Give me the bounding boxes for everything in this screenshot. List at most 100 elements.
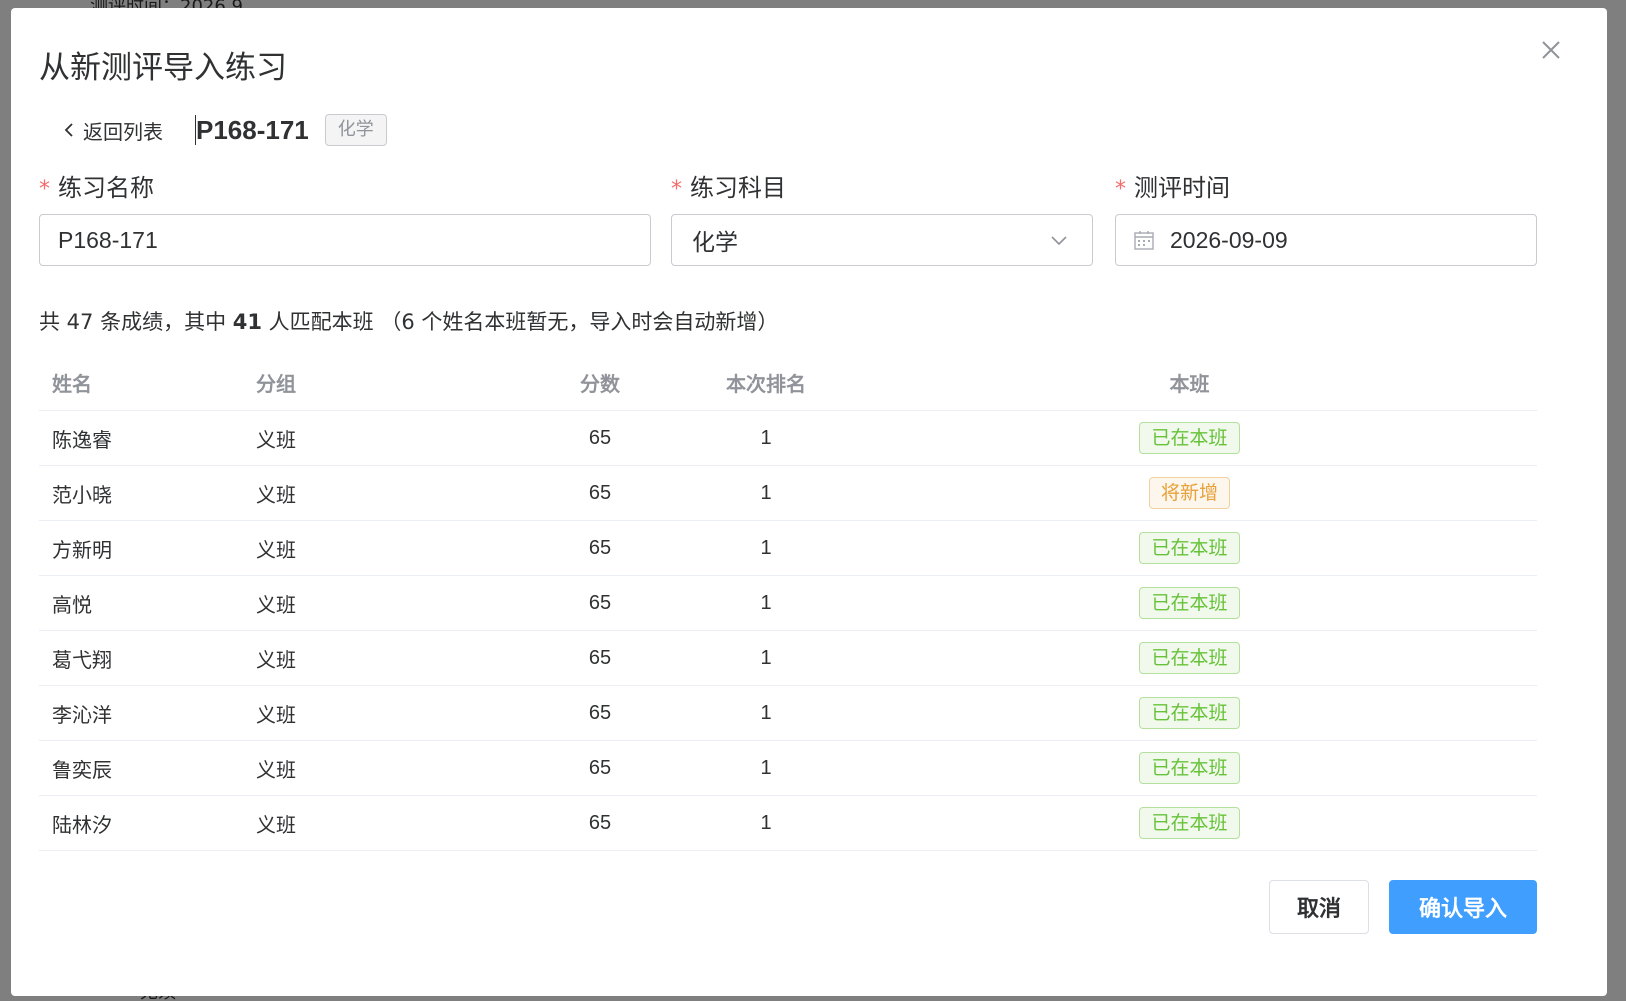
cell-group: 义班 [256, 575, 510, 631]
close-icon [1542, 41, 1560, 59]
required-mark: * [1115, 177, 1126, 202]
table-row: 方新明 义班 65 1 已在本班 [39, 520, 1537, 576]
exam-code: P168-171 [196, 114, 309, 145]
cell-name: 范小晓 [39, 465, 256, 521]
status-badge: 已在本班 [1139, 587, 1240, 619]
cell-score: 65 [510, 465, 690, 521]
table-row: 范小晓 义班 65 1 将新增 [39, 465, 1537, 521]
subject-select[interactable]: 化学 [671, 214, 1093, 266]
cell-class-status: 已在本班 [842, 575, 1537, 631]
cell-name: 陆林汐 [39, 795, 256, 851]
chevron-down-icon [1051, 236, 1067, 246]
cell-class-status: 已在本班 [842, 795, 1537, 851]
subject-label: * 练习科目 [671, 168, 786, 203]
back-to-list-link[interactable]: 返回列表 [61, 116, 163, 145]
cell-rank: 1 [690, 795, 842, 851]
name-label-text: 练习名称 [58, 174, 154, 202]
cell-rank: 1 [690, 850, 842, 852]
date-label-text: 测评时间 [1134, 174, 1230, 202]
practice-name-input[interactable]: P168-171 [39, 214, 651, 266]
cell-class-status: 已在本班 [842, 740, 1537, 796]
table-row: 陆林汐 义班 65 1 已在本班 [39, 795, 1537, 851]
date-value: 2026-09-09 [1170, 226, 1288, 253]
status-badge: 已在本班 [1139, 807, 1240, 839]
subject-label-text: 练习科目 [690, 174, 786, 202]
cell-class-status: 已在本班 [842, 520, 1537, 576]
cell-group: 义班 [256, 685, 510, 741]
header-score: 分数 [510, 354, 690, 411]
practice-name-value: P168-171 [58, 226, 158, 253]
cell-score: 65 [510, 795, 690, 851]
status-badge: 已在本班 [1139, 642, 1240, 674]
header-rank: 本次排名 [690, 354, 842, 411]
cell-class-status: 已在本班 [842, 685, 1537, 741]
table-row: 鲁奕辰 义班 65 1 已在本班 [39, 740, 1537, 796]
table-body: 陈逸睿 义班 65 1 已在本班 范小晓 义班 65 1 将新增 方新明 义班 65 1 已在本班 高悦 义班 6… [39, 410, 1537, 852]
cell-name: 鲁奕辰 [39, 740, 256, 796]
header-name: 姓名 [39, 354, 256, 411]
required-mark: * [39, 177, 50, 202]
status-badge: 已在本班 [1139, 697, 1240, 729]
table-header-row: 姓名 分组 分数 本次排名 本班 [39, 354, 1537, 411]
import-summary: 共 47 条成绩，其中 41 人匹配本班 （6 个姓名本班暂无，导入时会自动新增… [39, 306, 778, 336]
confirm-import-button[interactable]: 确认导入 [1389, 880, 1537, 934]
calendar-icon [1134, 231, 1154, 250]
cell-group: 义班 [256, 465, 510, 521]
summary-matched-count: 41 [232, 310, 262, 334]
cell-score: 65 [510, 410, 690, 466]
cell-rank: 1 [690, 740, 842, 796]
close-button[interactable] [1535, 34, 1567, 66]
cell-rank: 1 [690, 630, 842, 686]
table-row: 李沁洋 义班 65 1 已在本班 [39, 685, 1537, 741]
cell-rank: 1 [690, 520, 842, 576]
status-badge: 已在本班 [1139, 422, 1240, 454]
cell-name: 陆颖验 [39, 850, 256, 852]
status-badge: 将新增 [1148, 477, 1230, 509]
cell-group: 义班 [256, 795, 510, 851]
cell-group: 义班 [256, 850, 510, 852]
table-row: 陈逸睿 义班 65 1 已在本班 [39, 410, 1537, 466]
back-link-label: 返回列表 [83, 119, 163, 144]
required-mark: * [671, 177, 682, 202]
date-label: * 测评时间 [1115, 168, 1230, 203]
cell-group: 义班 [256, 740, 510, 796]
summary-text-1: 共 47 条成绩，其中 [39, 310, 233, 334]
cell-rank: 1 [690, 410, 842, 466]
cell-name: 方新明 [39, 520, 256, 576]
cancel-button[interactable]: 取消 [1269, 880, 1369, 934]
chevron-left-icon [64, 123, 73, 137]
cell-class-status: 将新增 [842, 465, 1537, 521]
cell-score: 65 [510, 740, 690, 796]
status-badge: 已在本班 [1139, 752, 1240, 784]
cell-name: 高悦 [39, 575, 256, 631]
cell-class-status: 已在本班 [842, 850, 1537, 852]
cell-score: 65 [510, 850, 690, 852]
dialog-title: 从新测评导入练习 [39, 50, 287, 86]
results-table: 姓名 分组 分数 本次排名 本班 陈逸睿 义班 65 1 已在本班 范小晓 义班 65 1 将新增… [39, 354, 1537, 852]
import-dialog: 从新测评导入练习 返回列表 P168-171 化学 * 练习名称 * 练习科目 * 测… [11, 8, 1607, 996]
cell-class-status: 已在本班 [842, 410, 1537, 466]
cell-rank: 1 [690, 575, 842, 631]
name-label: * 练习名称 [39, 168, 154, 203]
cell-group: 义班 [256, 520, 510, 576]
summary-text-2: 人匹配本班 （6 个姓名本班暂无，导入时会自动新增） [261, 310, 779, 334]
cell-score: 65 [510, 630, 690, 686]
cell-rank: 1 [690, 465, 842, 521]
table-row: 葛弋翔 义班 65 1 已在本班 [39, 630, 1537, 686]
date-picker-input[interactable]: 2026-09-09 [1115, 214, 1537, 266]
cell-name: 葛弋翔 [39, 630, 256, 686]
breadcrumb: 返回列表 P168-171 化学 [39, 112, 387, 148]
status-badge: 已在本班 [1139, 532, 1240, 564]
cell-score: 65 [510, 685, 690, 741]
table-row: 陆颖验义班651已在本班 [39, 850, 1537, 852]
header-group: 分组 [256, 354, 510, 411]
cell-score: 65 [510, 520, 690, 576]
cell-group: 义班 [256, 410, 510, 466]
exam-subject-tag: 化学 [324, 114, 387, 146]
cell-rank: 1 [690, 685, 842, 741]
cell-group: 义班 [256, 630, 510, 686]
results-table-scroll[interactable]: 姓名 分组 分数 本次排名 本班 陈逸睿 义班 65 1 已在本班 范小晓 义班 65 1 将新增… [39, 354, 1537, 852]
cell-name: 李沁洋 [39, 685, 256, 741]
cell-name: 陈逸睿 [39, 410, 256, 466]
table-row: 高悦 义班 65 1 已在本班 [39, 575, 1537, 631]
